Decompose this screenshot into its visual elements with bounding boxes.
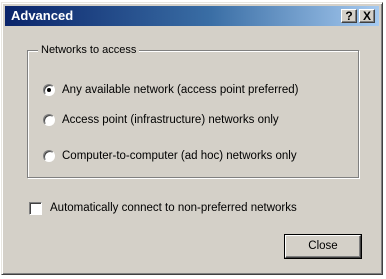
close-button[interactable]: Close: [285, 235, 361, 258]
auto-connect-option[interactable]: Automatically connect to non-preferred n…: [29, 200, 297, 216]
close-icon: X: [362, 9, 371, 23]
radio-label: Access point (infrastructure) networks o…: [62, 114, 279, 126]
radio-access-point-only[interactable]: Access point (infrastructure) networks o…: [43, 112, 279, 128]
dialog-title: Advanced: [11, 8, 74, 23]
title-bar[interactable]: Advanced ? X: [5, 6, 379, 26]
advanced-dialog: Advanced ? X Networks to access Any avai…: [1, 2, 383, 275]
auto-connect-checkbox[interactable]: [29, 201, 42, 215]
networks-to-access-group: Networks to access Any available network…: [27, 42, 359, 178]
radio-label: Any available network (access point pref…: [62, 84, 299, 96]
radio-button[interactable]: [43, 150, 55, 162]
radio-button[interactable]: [43, 114, 55, 126]
radio-any-available-network[interactable]: Any available network (access point pref…: [43, 82, 299, 98]
help-button[interactable]: ?: [341, 9, 357, 23]
title-close-button[interactable]: X: [359, 9, 375, 23]
radio-button-selected[interactable]: [43, 84, 55, 96]
auto-connect-label: Automatically connect to non-preferred n…: [50, 202, 297, 214]
group-legend: Networks to access: [38, 42, 140, 58]
radio-label: Computer-to-computer (ad hoc) networks o…: [62, 150, 297, 162]
help-icon: ?: [345, 9, 353, 23]
radio-computer-to-computer-only[interactable]: Computer-to-computer (ad hoc) networks o…: [43, 148, 297, 164]
